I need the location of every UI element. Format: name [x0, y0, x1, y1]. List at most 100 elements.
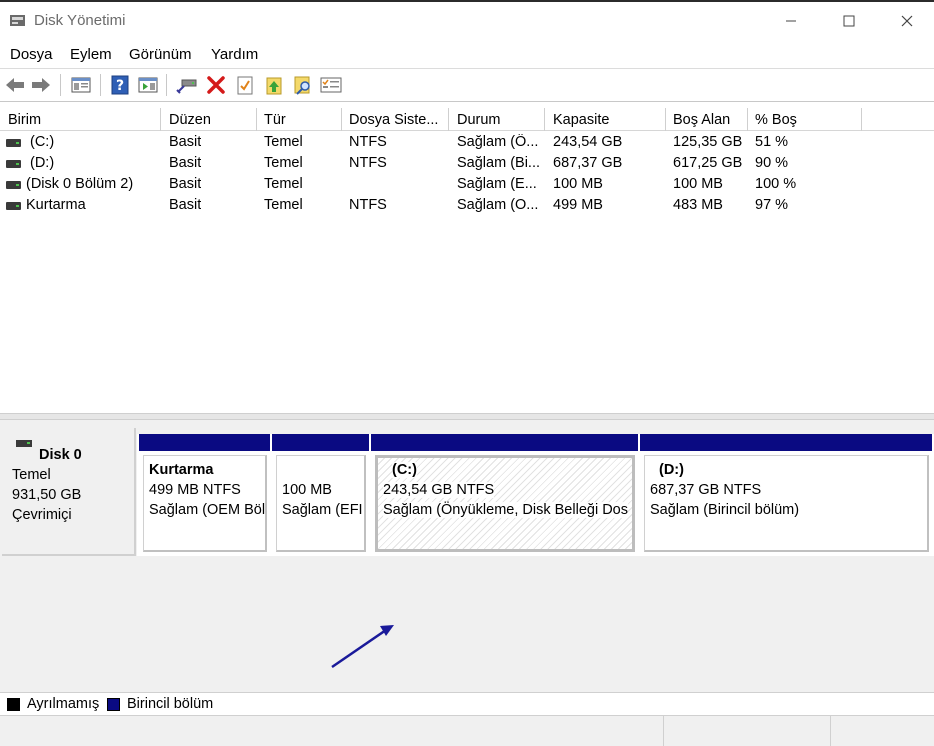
- action-pane-button[interactable]: [137, 74, 159, 96]
- volume-row-c[interactable]: (C:) Basit Temel NTFS Sağlam (Ö... 243,5…: [0, 133, 934, 154]
- toolbar-separator: [166, 74, 167, 96]
- delete-icon: [207, 76, 225, 94]
- disk-management-app-icon: [10, 15, 25, 26]
- volume-drive-icon: [6, 202, 21, 210]
- back-button[interactable]: [4, 74, 26, 96]
- annotation-arrow-icon: [331, 625, 394, 669]
- cell-durum: Sağlam (O...: [457, 197, 539, 213]
- show-hide-console-tree-icon: [71, 77, 91, 93]
- menu-yardim[interactable]: Yardım: [211, 46, 258, 63]
- toolbar-separator: [60, 74, 61, 96]
- disk-graphical-view: Disk 0 Temel 931,50 GB Çevrimiçi Kurtarm…: [0, 420, 934, 692]
- column-header-kapasite[interactable]: Kapasite: [553, 112, 663, 128]
- connect-drive-icon: [176, 79, 197, 94]
- column-divider[interactable]: [665, 108, 666, 131]
- cell-durum: Sağlam (Ö...: [457, 134, 539, 150]
- minimize-button[interactable]: [762, 2, 820, 40]
- action-pane-icon: [138, 77, 158, 93]
- menu-eylem[interactable]: Eylem: [70, 46, 112, 63]
- toolbar: ?: [0, 68, 934, 102]
- list-view-icon: [320, 77, 342, 93]
- column-divider[interactable]: [448, 108, 449, 131]
- close-button[interactable]: [878, 2, 934, 40]
- title-bar: Disk Yönetimi: [0, 0, 934, 40]
- cell-bos-alan: 100 MB: [673, 176, 723, 192]
- toolbar-separator: [100, 74, 101, 96]
- volume-row-kurtarma[interactable]: Kurtarma Basit Temel NTFS Sağlam (O... 4…: [0, 196, 934, 217]
- up-button[interactable]: [263, 74, 285, 96]
- volume-row-disk0-bolum2[interactable]: (Disk 0 Bölüm 2) Basit Temel Sağlam (E..…: [0, 175, 934, 196]
- cell-durum: Sağlam (E...: [457, 176, 537, 192]
- svg-text:?: ?: [116, 78, 124, 94]
- legend-bar: Ayrılmamış Birincil bölüm: [0, 692, 934, 716]
- status-bar-divider: [663, 716, 664, 746]
- cell-tur: Temel: [264, 155, 303, 171]
- cell-dosya-sistemi: NTFS: [349, 134, 387, 150]
- legend-label-primary: Birincil bölüm: [127, 696, 214, 712]
- column-header-durum[interactable]: Durum: [457, 112, 542, 128]
- search-button[interactable]: [292, 74, 314, 96]
- help-button[interactable]: ?: [109, 74, 131, 96]
- maximize-button[interactable]: [820, 2, 878, 40]
- column-header-dosya-sistemi[interactable]: Dosya Siste...: [349, 112, 447, 128]
- volume-drive-icon: [6, 160, 21, 168]
- cell-bos-alan: 125,35 GB: [673, 134, 743, 150]
- forward-button[interactable]: [30, 74, 52, 96]
- help-icon: ?: [111, 75, 129, 95]
- cell-kapasite: 687,37 GB: [553, 155, 623, 171]
- cell-duzen: Basit: [169, 176, 202, 192]
- cell-birim: (D:): [30, 155, 55, 171]
- cell-duzen: Basit: [169, 155, 202, 171]
- column-divider[interactable]: [256, 108, 257, 131]
- column-divider[interactable]: [160, 108, 161, 131]
- column-divider[interactable]: [544, 108, 545, 131]
- delete-button[interactable]: [205, 74, 227, 96]
- window-title: Disk Yönetimi: [34, 12, 126, 29]
- cell-birim: (C:): [30, 134, 55, 150]
- minimize-icon: [786, 20, 796, 22]
- properties-icon: [237, 76, 253, 95]
- cell-tur: Temel: [264, 197, 303, 213]
- column-divider[interactable]: [861, 108, 862, 131]
- menu-dosya[interactable]: Dosya: [10, 46, 53, 63]
- cell-dosya-sistemi: NTFS: [349, 155, 387, 171]
- cell-duzen: Basit: [169, 134, 202, 150]
- properties-button[interactable]: [234, 74, 256, 96]
- volume-drive-icon: [6, 181, 21, 189]
- pane-splitter[interactable]: [0, 413, 934, 420]
- volume-row-d[interactable]: (D:) Basit Temel NTFS Sağlam (Bi... 687,…: [0, 154, 934, 175]
- legend-swatch-unallocated: [7, 698, 20, 711]
- cell-birim: (Disk 0 Bölüm 2): [26, 176, 134, 192]
- cell-tur: Temel: [264, 134, 303, 150]
- cell-yuzde-bos: 51 %: [755, 134, 789, 150]
- cell-duzen: Basit: [169, 197, 202, 213]
- column-divider[interactable]: [341, 108, 342, 131]
- volume-list: Birim Düzen Tür Dosya Siste... Durum Kap…: [0, 108, 934, 413]
- cell-kapasite: 100 MB: [553, 176, 603, 192]
- connect-drive-button[interactable]: [176, 74, 198, 96]
- cell-tur: Temel: [264, 176, 303, 192]
- column-divider[interactable]: [747, 108, 748, 131]
- menu-bar: Dosya Eylem Görünüm Yardım: [0, 40, 934, 68]
- show-hide-tree-button[interactable]: [70, 74, 92, 96]
- column-header-bos-alan[interactable]: Boş Alan: [673, 112, 745, 128]
- column-header-yuzde-bos[interactable]: % Boş: [755, 112, 859, 128]
- column-header-duzen[interactable]: Düzen: [169, 112, 254, 128]
- column-header-birim[interactable]: Birim: [8, 112, 158, 128]
- cell-dosya-sistemi: NTFS: [349, 197, 387, 213]
- forward-arrow-icon: [32, 78, 50, 92]
- column-header-tur[interactable]: Tür: [264, 112, 339, 128]
- volume-drive-icon: [6, 139, 21, 147]
- cell-bos-alan: 483 MB: [673, 197, 723, 213]
- cell-birim: Kurtarma: [26, 197, 86, 213]
- list-view-button[interactable]: [320, 74, 342, 96]
- legend-label-unallocated: Ayrılmamış: [27, 696, 100, 712]
- menu-gorunum[interactable]: Görünüm: [129, 46, 192, 63]
- search-icon: [294, 76, 310, 95]
- cell-bos-alan: 617,25 GB: [673, 155, 743, 171]
- cell-yuzde-bos: 97 %: [755, 197, 789, 213]
- cell-durum: Sağlam (Bi...: [457, 155, 540, 171]
- status-bar: [0, 716, 934, 746]
- maximize-icon: [843, 15, 855, 27]
- cell-yuzde-bos: 100 %: [755, 176, 797, 192]
